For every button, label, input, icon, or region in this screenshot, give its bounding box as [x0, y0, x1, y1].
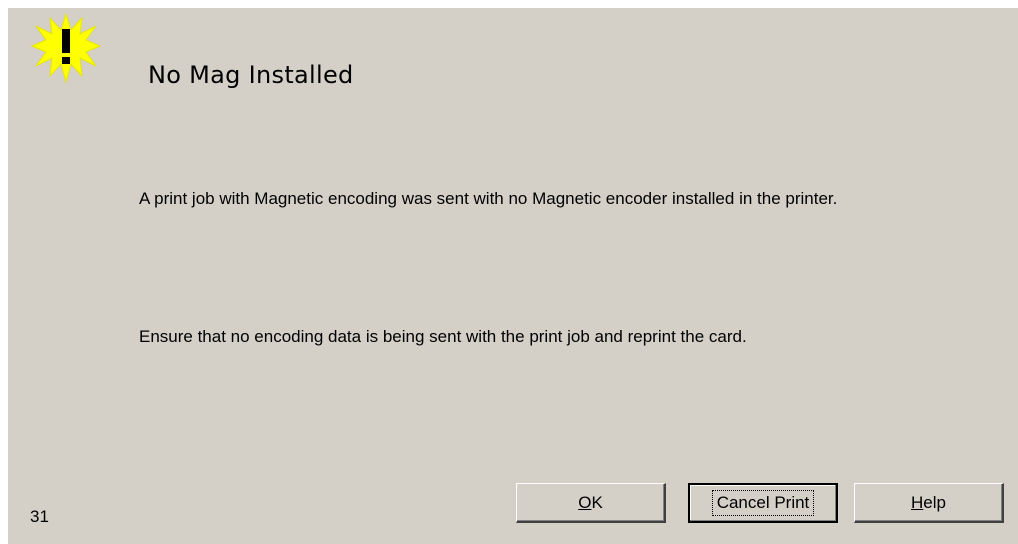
- resolution-message: Ensure that no encoding data is being se…: [139, 327, 747, 346]
- warning-icon: [30, 12, 102, 84]
- help-label-rest: elp: [923, 492, 946, 512]
- help-mnemonic: H: [911, 492, 924, 512]
- ok-label-rest: K: [591, 492, 603, 512]
- error-dialog: No Mag Installed A print job with Magnet…: [8, 8, 1018, 544]
- help-button[interactable]: Help: [854, 483, 1004, 523]
- error-message: A print job with Magnetic encoding was s…: [139, 189, 838, 208]
- ok-button[interactable]: OK: [516, 483, 666, 523]
- error-code: 31: [30, 507, 49, 526]
- ok-mnemonic: O: [578, 492, 592, 512]
- cancel-print-label: Cancel Print: [711, 490, 815, 516]
- cancel-print-button[interactable]: Cancel Print: [688, 483, 838, 523]
- dialog-title: No Mag Installed: [148, 61, 354, 89]
